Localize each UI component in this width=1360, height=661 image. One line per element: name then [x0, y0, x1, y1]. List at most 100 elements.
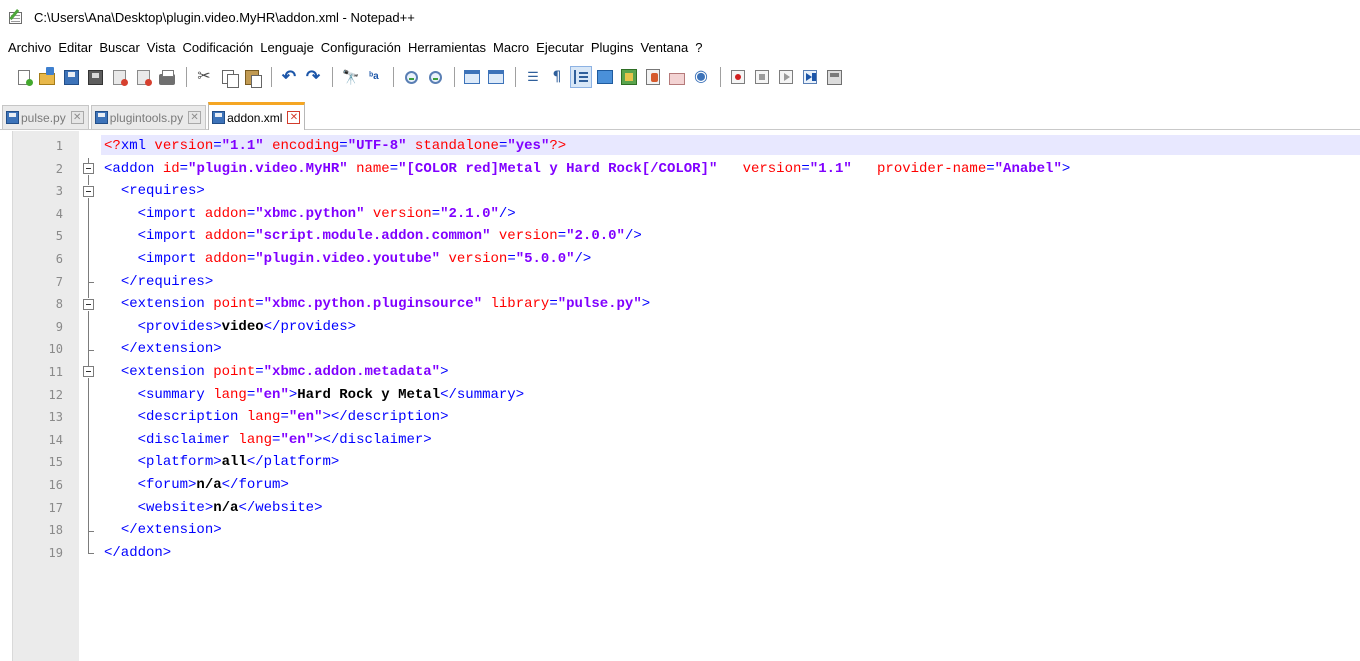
stop-macro-icon	[755, 70, 769, 84]
code-token: "en"	[288, 409, 323, 426]
menu-plugins[interactable]: Plugins	[589, 40, 639, 55]
code-token: encoding	[263, 138, 340, 154]
document-map-button[interactable]	[618, 66, 640, 88]
copy-button[interactable]	[217, 66, 239, 88]
code-token: xml	[120, 138, 147, 154]
close-tab-icon[interactable]: ✕	[287, 111, 301, 124]
code-line[interactable]: 14 <disclaimer lang="en"></disclaimer>	[0, 429, 1360, 452]
play-macro-icon	[779, 70, 793, 84]
undo-icon: ↶	[281, 67, 297, 86]
tab-pulse-py[interactable]: pulse.py ✕	[2, 105, 89, 129]
code-line[interactable]: 2 <addon id="plugin.video.MyHR" name="[CO…	[0, 158, 1360, 181]
play-macro-button[interactable]	[775, 66, 797, 88]
zoom-in-button[interactable]	[400, 66, 422, 88]
folder-workspace-button[interactable]	[666, 66, 688, 88]
show-all-chars-button[interactable]: ¶	[546, 66, 568, 88]
code-line[interactable]: 6 <import addon="plugin.video.youtube" v…	[0, 248, 1360, 271]
sync-horizontal-button[interactable]	[485, 66, 507, 88]
sync-horizontal-icon	[488, 70, 504, 84]
open-file-button[interactable]	[36, 66, 58, 88]
code-line[interactable]: 19 </addon>	[0, 542, 1360, 565]
code-text: <import addon="script.module.addon.commo…	[104, 225, 642, 247]
zoom-out-button[interactable]	[424, 66, 446, 88]
stop-macro-button[interactable]	[751, 66, 773, 88]
code-token: =	[255, 363, 264, 380]
code-line[interactable]: 12 <summary lang="en">Hard Rock y Metal<…	[0, 384, 1360, 407]
save-all-button[interactable]	[84, 66, 106, 88]
print-button[interactable]	[156, 66, 178, 88]
code-text: <disclaimer lang="en"></disclaimer>	[104, 429, 432, 451]
menu-vista[interactable]: Vista	[145, 40, 181, 55]
menu-ventana[interactable]: Ventana	[639, 40, 694, 55]
code-token: "yes"	[507, 138, 550, 154]
replace-button[interactable]: ᵇa	[363, 66, 385, 88]
code-line[interactable]: 4 <import addon="xbmc.python" version="2…	[0, 203, 1360, 226]
menu-lenguaje[interactable]: Lenguaje	[258, 40, 319, 55]
cut-button[interactable]: ✂	[193, 66, 215, 88]
close-all-button[interactable]	[132, 66, 154, 88]
line-number: 9	[55, 319, 63, 334]
close-tab-icon[interactable]: ✕	[70, 111, 84, 124]
show-all-chars-icon: ¶	[552, 69, 562, 85]
title-bar: C:\Users\Ana\Desktop\plugin.video.MyHR\a…	[0, 0, 1360, 34]
word-wrap-button[interactable]: ☰	[522, 66, 544, 88]
code-editor[interactable]: 1 <?xml version="1.1" encoding="UTF-8" st…	[0, 131, 1360, 661]
code-line[interactable]: 15 <platform>all</platform>	[0, 451, 1360, 474]
menu-buscar[interactable]: Buscar	[97, 40, 144, 55]
close-tab-icon[interactable]: ✕	[188, 111, 202, 124]
file-saved-icon	[212, 111, 226, 124]
user-language-button[interactable]	[594, 66, 616, 88]
code-line[interactable]: 9 <provides>video</provides>	[0, 316, 1360, 339]
code-line[interactable]: 16 <forum>n/a</forum>	[0, 474, 1360, 497]
code-line[interactable]: 13 <description lang="en"></description>	[0, 406, 1360, 429]
toolbar-separator	[454, 67, 455, 87]
menu-editar[interactable]: Editar	[56, 40, 97, 55]
run-macro-multiple-button[interactable]	[799, 66, 821, 88]
code-line[interactable]: 17 <website>n/a</website>	[0, 497, 1360, 520]
menu-configuracion[interactable]: Configuración	[319, 40, 406, 55]
code-token: <import	[137, 205, 197, 222]
code-line[interactable]: 10 </extension>	[0, 338, 1360, 361]
tab-plugintools-py[interactable]: plugintools.py ✕	[90, 105, 207, 129]
menu-herramientas[interactable]: Herramientas	[406, 40, 491, 55]
code-token: version	[440, 250, 508, 267]
indent-guide-button[interactable]	[570, 66, 592, 88]
menu-archivo[interactable]: Archivo	[6, 40, 56, 55]
code-token: addon	[196, 228, 247, 245]
paste-button[interactable]	[241, 66, 263, 88]
find-button[interactable]: 🔭	[339, 66, 361, 88]
menu-help[interactable]: ?	[693, 40, 707, 55]
code-line[interactable]: 5 <import addon="script.module.addon.com…	[0, 225, 1360, 248]
code-line[interactable]: 8 <extension point="xbmc.python.pluginso…	[0, 293, 1360, 316]
record-macro-button[interactable]	[727, 66, 749, 88]
code-line[interactable]: 3 <requires>	[0, 180, 1360, 203]
sync-vertical-button[interactable]	[461, 66, 483, 88]
monitoring-button[interactable]: ◉	[690, 66, 712, 88]
menu-macro[interactable]: Macro	[491, 40, 534, 55]
code-token: <addon	[104, 160, 155, 177]
save-macro-button[interactable]	[823, 66, 845, 88]
save-macro-icon	[826, 69, 842, 85]
save-button[interactable]	[60, 66, 82, 88]
tab-addon-xml[interactable]: addon.xml ✕	[208, 102, 306, 130]
code-token: </addon>	[104, 544, 172, 561]
function-list-button[interactable]	[642, 66, 664, 88]
code-token: =	[557, 228, 567, 245]
code-text: </addon>	[104, 542, 171, 564]
menu-ejecutar[interactable]: Ejecutar	[534, 40, 589, 55]
code-line[interactable]: 11 <extension point="xbmc.addon.metadata…	[0, 361, 1360, 384]
code-line[interactable]: 1 <?xml version="1.1" encoding="UTF-8" st…	[0, 135, 1360, 158]
code-token: library	[482, 296, 550, 313]
code-line[interactable]: 7 </requires>	[0, 271, 1360, 294]
code-line[interactable]: 18 </extension>	[0, 519, 1360, 542]
redo-button[interactable]: ↷	[302, 66, 324, 88]
new-file-button[interactable]	[12, 66, 34, 88]
undo-button[interactable]: ↶	[278, 66, 300, 88]
close-button[interactable]	[108, 66, 130, 88]
toolbar-separator	[720, 67, 721, 87]
menu-codificacion[interactable]: Codificación	[180, 40, 258, 55]
